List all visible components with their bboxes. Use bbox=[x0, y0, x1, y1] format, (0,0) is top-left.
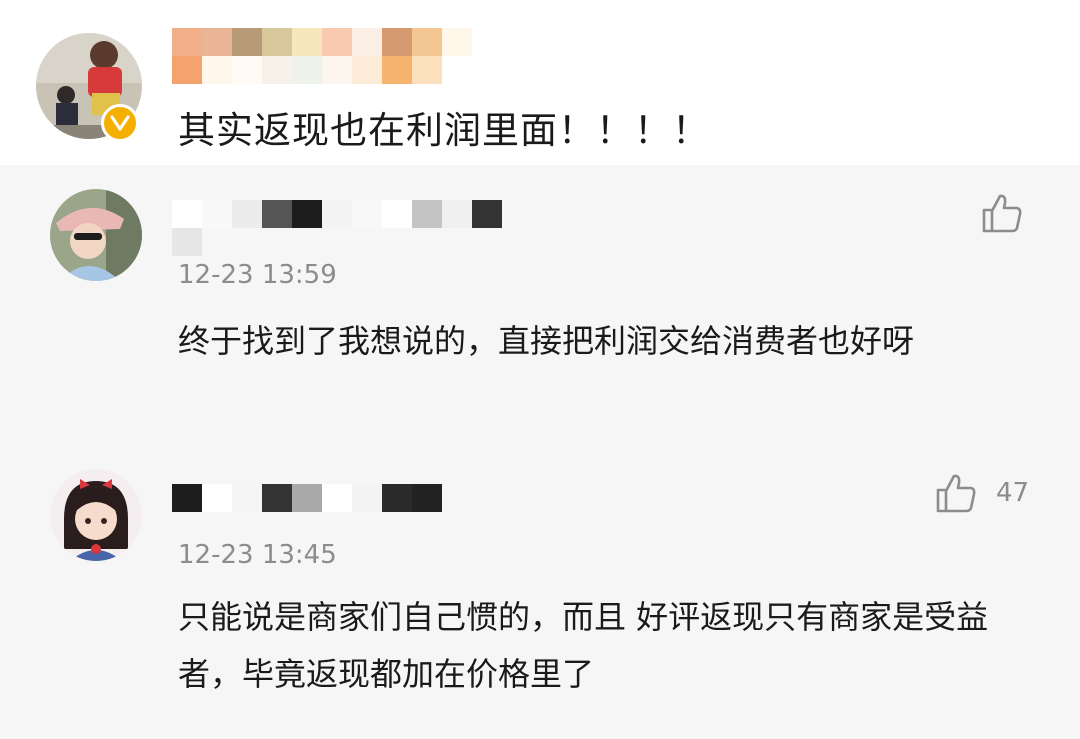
reply-text: 只能说是商家们自己惯的，而且 好评返现只有商家是受益者，毕竟返现都加在价格里了 bbox=[178, 598, 989, 693]
reply-avatar[interactable] bbox=[50, 469, 142, 561]
avatar-image bbox=[50, 189, 142, 281]
reply-list: 12-23 13:59 终于找到了我想说的，直接把利润交给消费者也好呀 12-2… bbox=[0, 165, 1080, 739]
reply-text: 终于找到了我想说的，直接把利润交给消费者也好呀 bbox=[178, 322, 915, 360]
post-text: 其实返现也在利润里面！！！！ bbox=[178, 109, 710, 152]
like-button[interactable]: 47 bbox=[934, 471, 1029, 515]
thumbs-up-icon bbox=[936, 474, 976, 513]
reply-time: 12-23 13:45 bbox=[178, 540, 337, 570]
post-author-name-redacted bbox=[172, 28, 472, 84]
avatar-image bbox=[50, 469, 142, 561]
reply-author-name-redacted bbox=[172, 200, 517, 256]
reply-avatar[interactable] bbox=[50, 189, 142, 281]
thumbs-up-icon bbox=[982, 194, 1022, 233]
verified-badge-icon bbox=[101, 104, 139, 142]
like-count: 47 bbox=[996, 478, 1030, 508]
like-button[interactable] bbox=[980, 191, 1042, 235]
reply-time: 12-23 13:59 bbox=[178, 260, 337, 290]
post-header: 其实返现也在利润里面！！！！ bbox=[0, 0, 1080, 165]
reply-author-name-redacted bbox=[172, 484, 442, 512]
